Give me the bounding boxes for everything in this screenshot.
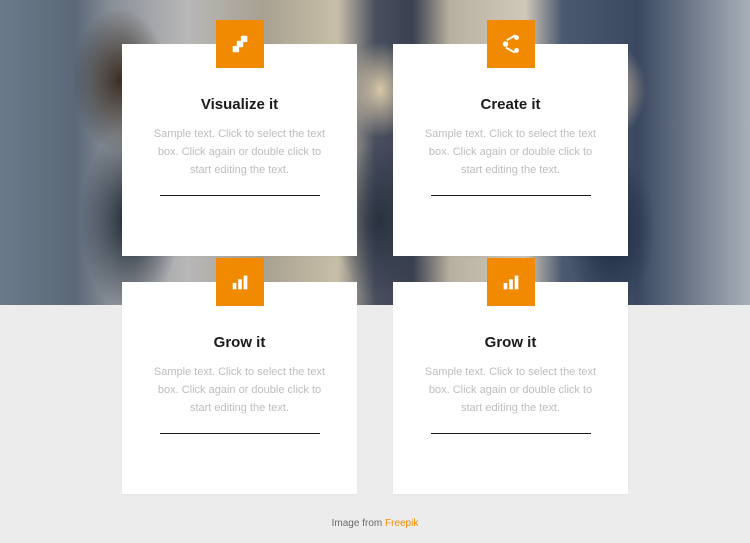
card-title[interactable]: Visualize it	[146, 96, 333, 113]
layers-icon	[216, 20, 264, 68]
cards-grid: Visualize it Sample text. Click to selec…	[122, 44, 628, 494]
divider	[160, 195, 320, 196]
card-create: Create it Sample text. Click to select t…	[393, 44, 628, 256]
credit-prefix: Image from	[332, 518, 385, 529]
card-title[interactable]: Create it	[417, 96, 604, 113]
card-grow-2: Grow it Sample text. Click to select the…	[393, 282, 628, 494]
card-desc[interactable]: Sample text. Click to select the text bo…	[146, 363, 333, 417]
divider	[431, 195, 591, 196]
card-visualize: Visualize it Sample text. Click to selec…	[122, 44, 357, 256]
image-credit: Image from Freepik	[0, 518, 750, 529]
card-title[interactable]: Grow it	[146, 334, 333, 351]
card-desc[interactable]: Sample text. Click to select the text bo…	[417, 363, 604, 417]
card-desc[interactable]: Sample text. Click to select the text bo…	[146, 125, 333, 179]
share-icon	[487, 20, 535, 68]
credit-link[interactable]: Freepik	[385, 518, 418, 529]
divider	[160, 433, 320, 434]
card-title[interactable]: Grow it	[417, 334, 604, 351]
card-grow-1: Grow it Sample text. Click to select the…	[122, 282, 357, 494]
divider	[431, 433, 591, 434]
card-desc[interactable]: Sample text. Click to select the text bo…	[417, 125, 604, 179]
bars-icon	[487, 258, 535, 306]
bars-icon	[216, 258, 264, 306]
